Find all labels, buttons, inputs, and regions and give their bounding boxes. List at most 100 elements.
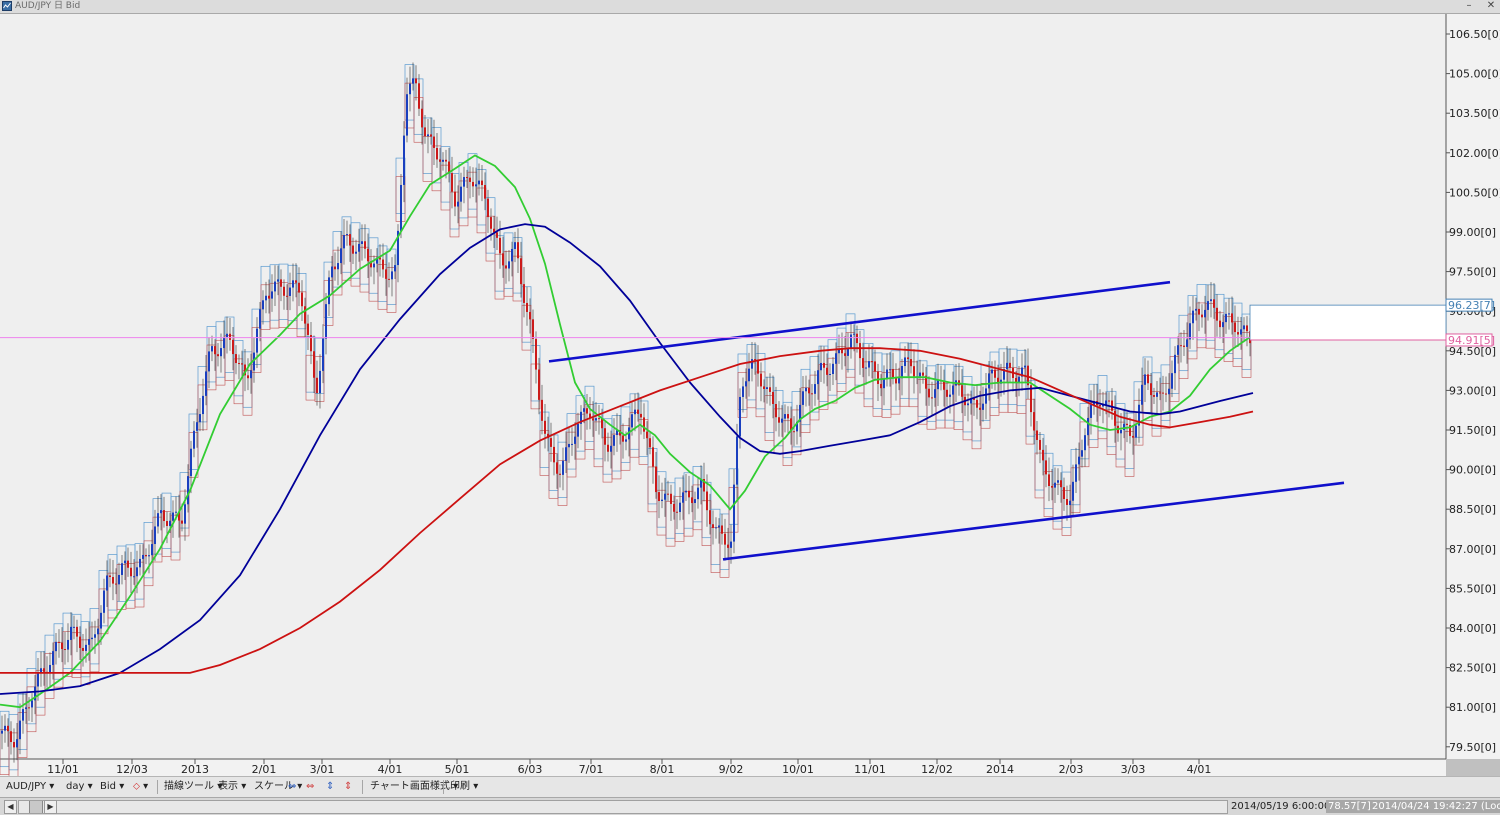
chart-scrollbar-track[interactable]	[18, 800, 1228, 814]
candle-body	[91, 637, 93, 640]
candle-body	[61, 642, 63, 650]
candle-body	[1174, 354, 1176, 374]
candle-body	[454, 191, 456, 207]
view-dropdown[interactable]: 表示 ▾	[218, 780, 246, 794]
candle-body	[622, 435, 624, 442]
zoom-in-y-icon[interactable]: ⇕	[326, 780, 334, 794]
candle-body	[742, 386, 744, 397]
symbol-dropdown[interactable]: AUD/JPY ▾	[6, 780, 54, 794]
candle-body	[922, 372, 924, 376]
candle-body	[283, 286, 285, 296]
scrollbar-thumb[interactable]	[29, 801, 43, 813]
candle-body	[58, 641, 60, 643]
candle-body	[1216, 307, 1218, 321]
candle-body	[286, 295, 288, 297]
window-title: AUD/JPY 日 Bid	[15, 1, 81, 11]
candle-body	[112, 577, 114, 584]
candle-body	[76, 626, 78, 637]
candle-body	[523, 284, 525, 303]
candle-body	[598, 418, 600, 420]
title-bar: AUD/JPY 日 Bid – ✕	[0, 0, 1500, 14]
candle-body	[808, 387, 810, 394]
candle-body	[433, 136, 435, 148]
candle-body	[1234, 322, 1236, 333]
candle-body	[442, 159, 444, 162]
candle-body	[1228, 313, 1230, 315]
candle-body	[937, 380, 939, 390]
candle-body	[64, 649, 66, 651]
price-marker-label: 94.91[5]	[1448, 334, 1495, 347]
candle-body	[184, 504, 186, 524]
candle-body	[976, 399, 978, 408]
chart-style-label: チャート画面様式	[370, 781, 450, 792]
candle-body	[643, 417, 645, 432]
candle-body	[1039, 439, 1041, 450]
candle-body	[427, 134, 429, 137]
candle-body	[319, 370, 321, 394]
chart-style-dropdown[interactable]: チャート画面様式 ▾	[370, 780, 458, 794]
candle-body	[913, 366, 915, 377]
candle-body	[31, 700, 33, 708]
candle-body	[529, 311, 531, 320]
candle-body	[892, 369, 894, 378]
candle-body	[631, 414, 633, 428]
candle-body	[673, 503, 675, 512]
price-chart[interactable]: 106.50[0] 105.00[0] 103.50[0] 102.00[0] 100.…	[0, 14, 1500, 776]
candle-body	[340, 248, 342, 264]
plot-area[interactable]	[0, 14, 1446, 759]
price-type-dropdown[interactable]: Bid ▾	[100, 780, 124, 794]
candle-body	[538, 369, 540, 400]
chevron-down-icon: ▾	[473, 781, 479, 792]
candle-body	[436, 147, 438, 160]
toolbar-separator	[157, 780, 158, 794]
candle-body	[4, 725, 6, 731]
candle-body	[889, 369, 891, 371]
candle-body	[559, 473, 561, 475]
candle-body	[1171, 373, 1173, 389]
candle-body	[1054, 482, 1056, 488]
zoom-out-y-icon[interactable]: ⇕	[344, 780, 352, 794]
drawing-tools-dropdown[interactable]: 描線ツール ▾	[164, 780, 222, 794]
candle-body	[718, 525, 720, 528]
candle-body	[562, 460, 564, 475]
candle-body	[154, 526, 156, 545]
candle-body	[307, 323, 309, 335]
candle-body	[823, 362, 825, 368]
candle-body	[1141, 384, 1143, 405]
candle-body	[1192, 310, 1194, 324]
candle-body	[73, 626, 75, 628]
candle-body	[1075, 464, 1077, 482]
candle-body	[859, 343, 861, 359]
candle-body	[649, 438, 651, 448]
minimize-button[interactable]: –	[1462, 0, 1476, 12]
candle-body	[610, 445, 612, 452]
scroll-start-icon[interactable]: ◀	[4, 800, 17, 814]
print-dropdown[interactable]: 印刷 ▾	[450, 780, 478, 794]
candle-body	[1204, 309, 1206, 318]
candle-body	[880, 383, 882, 389]
candle-body	[1186, 339, 1188, 347]
candle-body	[1147, 374, 1149, 384]
candle-body	[166, 521, 168, 526]
candle-body	[1045, 460, 1047, 475]
close-button[interactable]: ✕	[1484, 0, 1498, 12]
candle-body	[961, 385, 963, 397]
candle-body	[268, 295, 270, 299]
candle-body	[55, 641, 57, 652]
candle-body	[595, 418, 597, 421]
candle-body	[187, 476, 189, 505]
timeframe-dropdown[interactable]: day ▾	[66, 780, 93, 794]
candle-body	[946, 389, 948, 397]
candle-body	[232, 339, 234, 355]
scroll-end-icon[interactable]: ▶	[44, 800, 57, 814]
zoom-out-x-icon[interactable]: ⇔	[306, 780, 314, 794]
pin-dropdown[interactable]: ⬦ ▾	[133, 780, 148, 794]
zoom-in-x-icon[interactable]: ⇔	[288, 780, 296, 794]
x-tick-label: 4/01	[1187, 763, 1212, 776]
candle-body	[679, 502, 681, 513]
x-tick-label: 10/01	[782, 763, 814, 776]
candle-body	[346, 234, 348, 236]
candle-body	[583, 408, 585, 412]
candle-body	[1246, 325, 1248, 332]
candle-body	[25, 707, 27, 710]
